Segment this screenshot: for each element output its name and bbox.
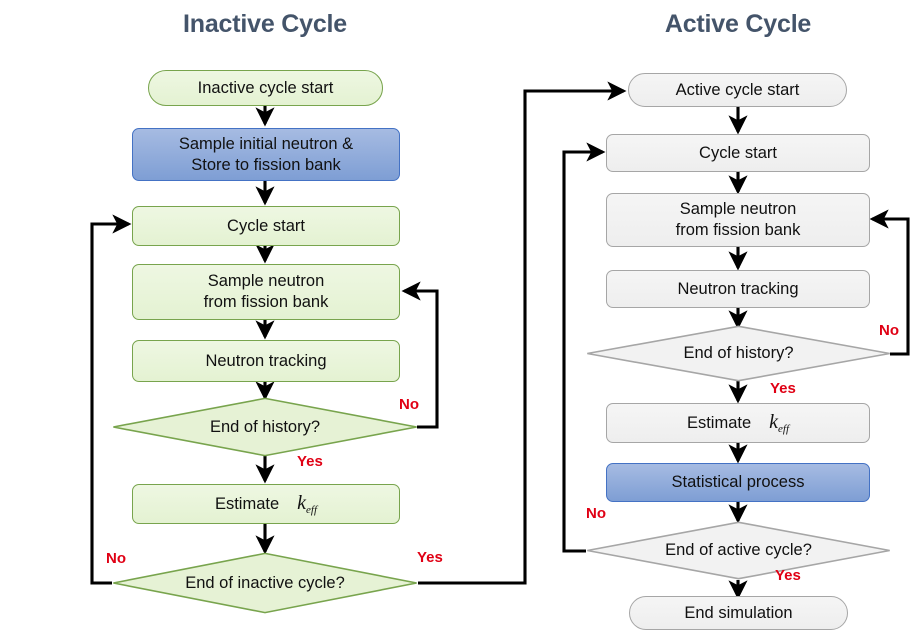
node-label-line1: Sample initial neutron &	[178, 134, 354, 153]
edge-label-inactive-cycle-no: No	[106, 550, 126, 567]
node-inactive-cycle-start[interactable]: Inactive cycle start	[148, 70, 383, 106]
node-label: Neutron tracking	[205, 351, 327, 370]
node-active-cycle-start[interactable]: Active cycle start	[628, 73, 847, 107]
edge-label-active-history-no: No	[879, 322, 899, 339]
node-inactive-neutron-tracking[interactable]: Neutron tracking	[132, 340, 400, 382]
node-label: Active cycle start	[675, 80, 800, 99]
node-inactive-cycle-start-box[interactable]: Cycle start	[132, 206, 400, 246]
edge-label-inactive-history-no: No	[399, 396, 419, 413]
node-label-line2: from fission bank	[675, 221, 801, 239]
flowchart-canvas: Inactive Cycle Active Cycle Inactive cyc…	[0, 0, 923, 635]
node-active-end-of-cycle[interactable]: End of active cycle?	[586, 521, 891, 580]
node-active-cycle-start-box[interactable]: Cycle start	[606, 134, 870, 172]
title-inactive-cycle: Inactive Cycle	[183, 10, 347, 38]
node-label-line1: Sample neutron	[679, 200, 797, 219]
node-inactive-sample-neutron[interactable]: Sample neutron from fission bank	[132, 264, 400, 320]
node-label: End of inactive cycle?	[185, 573, 345, 592]
node-label-line2: from fission bank	[203, 293, 329, 311]
node-active-statistical-process[interactable]: Statistical process	[606, 463, 870, 502]
node-label: Cycle start	[227, 216, 305, 235]
node-label: End simulation	[684, 603, 793, 622]
node-label: End of active cycle?	[665, 541, 812, 559]
node-label: Neutron tracking	[677, 279, 799, 298]
node-inactive-end-of-history[interactable]: End of history?	[112, 397, 418, 457]
keff-symbol: keff	[297, 491, 318, 516]
node-inactive-estimate-keff[interactable]: Estimate keff	[132, 484, 400, 524]
node-active-neutron-tracking[interactable]: Neutron tracking	[606, 270, 870, 308]
node-label: Estimate	[686, 413, 752, 432]
node-inactive-end-of-cycle[interactable]: End of inactive cycle?	[112, 552, 418, 614]
node-label-line2: Store to fission bank	[191, 155, 341, 174]
node-label-line1: Sample neutron	[207, 272, 325, 291]
node-label: Cycle start	[699, 143, 777, 162]
edge-label-active-cycle-yes: Yes	[775, 567, 801, 584]
node-active-sample-neutron[interactable]: Sample neutron from fission bank	[606, 193, 870, 247]
edge-label-active-cycle-no: No	[586, 505, 606, 522]
node-active-estimate-keff[interactable]: Estimate keff	[606, 403, 870, 443]
keff-symbol: keff	[769, 410, 790, 435]
edge-label-inactive-history-yes: Yes	[297, 453, 323, 470]
node-label: Inactive cycle start	[197, 78, 334, 97]
edge-label-inactive-cycle-yes: Yes	[417, 549, 443, 566]
node-end-simulation[interactable]: End simulation	[629, 596, 848, 630]
title-active-cycle: Active Cycle	[664, 10, 812, 38]
edge-label-active-history-yes: Yes	[770, 380, 796, 397]
node-label: End of history?	[209, 417, 321, 436]
node-sample-initial-neutron[interactable]: Sample initial neutron & Store to fissio…	[132, 128, 400, 181]
node-label: End of history?	[683, 344, 794, 362]
node-label: Estimate	[214, 494, 280, 513]
node-active-end-of-history[interactable]: End of history?	[586, 325, 891, 382]
node-label: Statistical process	[671, 473, 805, 492]
